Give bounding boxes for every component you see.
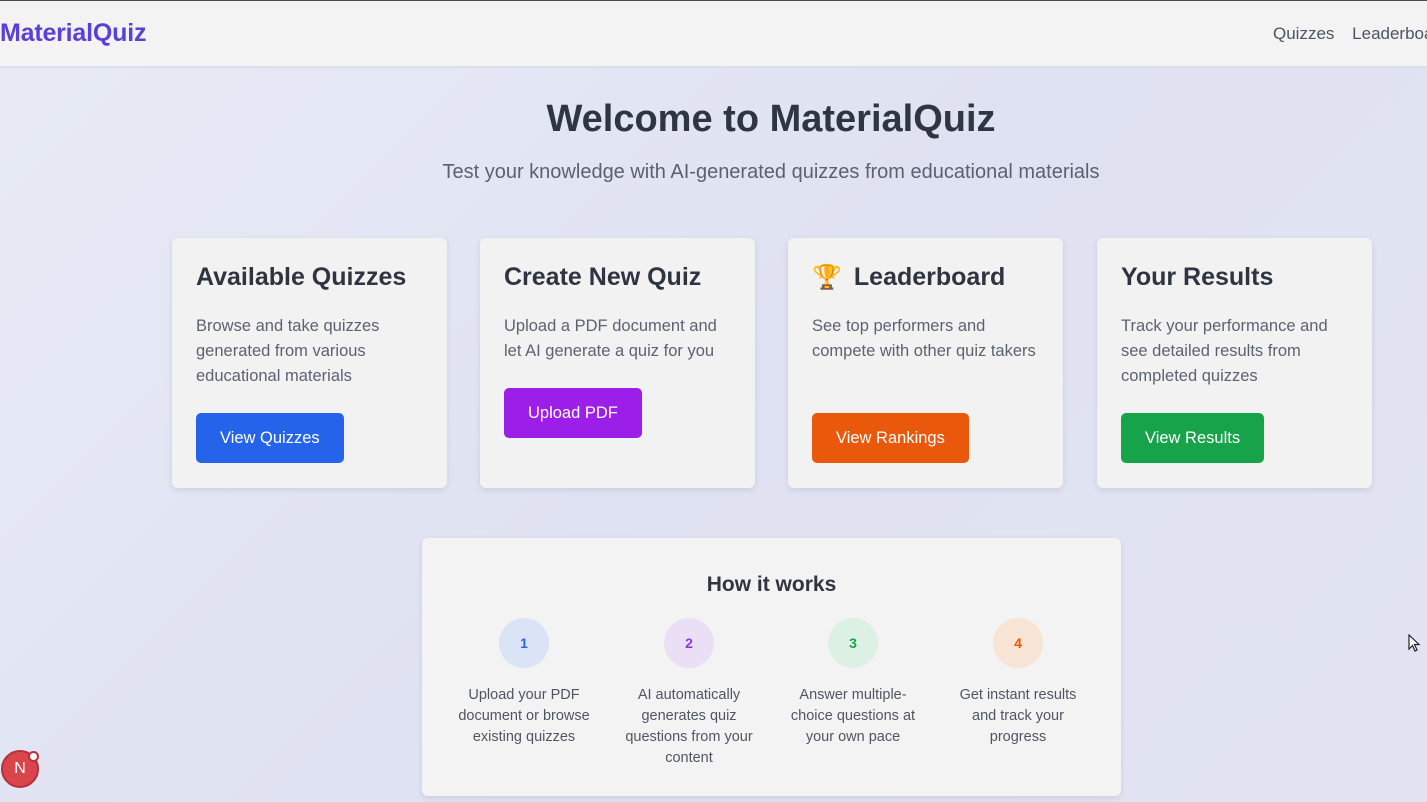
how-it-works-panel: How it works 1 Upload your PDF document …: [422, 538, 1121, 796]
step-number-badge: 4: [993, 618, 1043, 668]
upload-pdf-button[interactable]: Upload PDF: [504, 388, 642, 438]
card-title: Create New Quiz: [504, 263, 702, 291]
card-available-quizzes: Available Quizzes Browse and take quizze…: [172, 238, 447, 488]
nextjs-dev-indicator-button[interactable]: N: [1, 750, 39, 788]
view-results-button[interactable]: View Results: [1121, 413, 1265, 463]
view-rankings-button[interactable]: View Rankings: [812, 413, 969, 463]
card-title: Leaderboard: [853, 263, 1006, 291]
step-number-badge: 2: [664, 618, 714, 668]
step-1: 1 Upload your PDF document or browse exi…: [454, 618, 594, 748]
card-create-quiz: Create New Quiz Upload a PDF document an…: [480, 238, 755, 488]
page-subtitle: Test your knowledge with AI-generated qu…: [442, 161, 1100, 183]
indicator-dot-icon: [28, 751, 39, 762]
nav-link-quizzes[interactable]: Quizzes: [1273, 24, 1334, 43]
card-title-row: 🏆 Leaderboard: [812, 263, 1039, 292]
card-description: Browse and take quizzes generated from v…: [196, 317, 380, 385]
card-description: Upload a PDF document and let AI generat…: [504, 317, 717, 360]
card-title: Your Results: [1121, 263, 1274, 291]
step-3: 3 Answer multiple-choice questions at yo…: [783, 618, 923, 748]
trophy-icon: 🏆: [812, 264, 842, 291]
step-number-badge: 3: [828, 618, 878, 668]
card-title: Available Quizzes: [196, 263, 407, 291]
top-navbar: MaterialQuiz Quizzes Leaderboa: [0, 0, 1427, 68]
view-quizzes-button[interactable]: View Quizzes: [196, 413, 344, 463]
card-leaderboard: 🏆 Leaderboard See top performers and com…: [788, 238, 1063, 488]
step-4: 4 Get instant results and track your pro…: [948, 618, 1088, 748]
how-it-works-title: How it works: [706, 573, 837, 596]
step-text: Upload your PDF document or browse exist…: [458, 687, 590, 745]
step-text: Answer multiple-choice questions at your…: [790, 687, 916, 745]
card-description: See top performers and compete with othe…: [812, 317, 1036, 360]
main-nav: Quizzes Leaderboa: [1273, 24, 1427, 44]
indicator-letter: N: [14, 760, 26, 777]
step-2: 2 AI automatically generates quiz questi…: [619, 618, 759, 769]
mouse-cursor-icon: [1408, 634, 1421, 652]
page-title: Welcome to MaterialQuiz: [546, 98, 996, 140]
step-text: Get instant results and track your progr…: [959, 687, 1077, 745]
step-number-badge: 1: [499, 618, 549, 668]
card-description: Track your performance and see detailed …: [1121, 317, 1328, 385]
card-your-results: Your Results Track your performance and …: [1097, 238, 1372, 488]
step-text: AI automatically generates quiz question…: [625, 687, 753, 766]
nav-link-leaderboard[interactable]: Leaderboa: [1352, 24, 1427, 43]
brand-logo[interactable]: MaterialQuiz: [0, 19, 146, 48]
